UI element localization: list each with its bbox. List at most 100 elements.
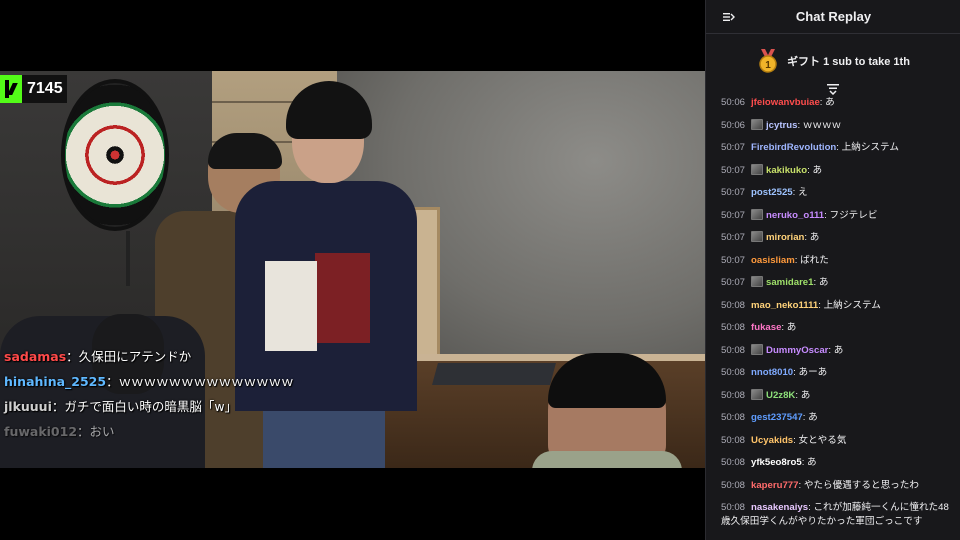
message-text: ｗｗｗｗ (802, 119, 842, 131)
message-text: あ (818, 277, 829, 288)
overlay-chat-line: fuwaki012：おい (4, 424, 115, 439)
message-text: あ (786, 322, 797, 333)
message-username[interactable]: kakikuko (766, 165, 807, 176)
message-text: あ (809, 232, 820, 243)
message-username[interactable]: Ucyakids (751, 435, 793, 446)
gift-text: ギフト 1 sub to take 1th (787, 56, 910, 68)
message-username[interactable]: nasakenaiys (751, 502, 808, 513)
message-username[interactable]: jfeiowanvbuiae (751, 97, 820, 108)
message-timestamp: 50:08 (721, 479, 746, 491)
chat-message: 50:07 neruko_o111: フジテレビ (721, 208, 955, 223)
message-text: あ (808, 412, 818, 423)
user-badge-icon (751, 276, 764, 287)
user-badge-icon (751, 118, 764, 130)
chat-message: 50:08 fukase: あ (721, 321, 955, 335)
overlay-chat-text: 久保田にアテンドか (78, 349, 192, 364)
message-timestamp: 50:07 (721, 209, 746, 221)
message-timestamp: 50:07 (721, 277, 746, 288)
message-timestamp: 50:08 (721, 344, 746, 356)
message-username[interactable]: fukase (751, 322, 781, 333)
message-timestamp: 50:08 (721, 389, 746, 401)
video-player[interactable]: 7145 sadamas：久保田にアテンドか hinahina_2525：ｗｗｗ… (0, 0, 705, 540)
message-username[interactable]: U2z8K (766, 390, 795, 401)
chat-message: 50:07 samidare1: あ (721, 276, 955, 290)
message-timestamp: 50:08 (721, 457, 746, 468)
chat-message: 50:08 kaperu777: やたら優遇すると思ったわ (721, 479, 955, 493)
chat-messages-list[interactable]: 50:06 jfeiowanvbuiae: あ 50:06 jcytrus: ｗｗｗｗ… (706, 96, 960, 540)
message-text: あ (812, 164, 823, 176)
viewer-count: 7145 (27, 80, 63, 97)
collapse-chat-icon[interactable] (723, 11, 735, 23)
overlay-chat-user: fuwaki012 (4, 424, 78, 439)
message-username[interactable]: yfk5eo8ro5 (751, 457, 802, 468)
chat-message: 50:07 post2525: え (721, 186, 955, 200)
dartboard (61, 79, 169, 231)
message-timestamp: 50:08 (721, 322, 746, 333)
message-username[interactable]: oasisliam (751, 255, 795, 266)
message-text: 上納システム (823, 299, 881, 311)
gift-banner: 1 ギフト 1 sub to take 1th (706, 35, 960, 87)
viewer-count-badge: 7145 (0, 75, 67, 103)
message-timestamp: 50:08 (721, 412, 746, 423)
chat-message: 50:08 U2z8K: あ (721, 388, 955, 403)
user-badge-icon (751, 208, 764, 220)
kick-logo-icon (0, 75, 22, 103)
chat-message: 50:07 oasisliam: ばれた (721, 254, 955, 268)
chat-message: 50:07 kakikuko: あ (721, 163, 955, 178)
overlay-chat-user: hinahina_2525 (4, 374, 107, 389)
overlay-chat-line: hinahina_2525：ｗｗｗｗｗｗｗｗｗｗｗｗｗｗ (4, 374, 294, 389)
overlay-chat-text: ガチで面白い時の暗黒脳「w」 (64, 399, 238, 414)
message-text: 上納システム (841, 142, 899, 153)
overlay-chat-user: jlkuuui (4, 399, 52, 414)
message-username[interactable]: DummyOscar (766, 345, 828, 356)
sweater-white-panel (265, 261, 317, 351)
svg-text:1: 1 (765, 60, 771, 71)
chat-message: 50:06 jcytrus: ｗｗｗｗ (721, 118, 955, 133)
message-text: え (797, 187, 808, 198)
chat-message: 50:08 Ucyakids: 女とやる気 (721, 434, 955, 448)
message-text: あ (833, 344, 844, 356)
user-badge-icon (751, 231, 764, 242)
chat-title: Chat Replay (795, 9, 872, 24)
message-username[interactable]: kaperu777 (751, 480, 798, 491)
user-badge-icon (751, 388, 764, 400)
chat-message: 50:08 nasakenaiys: これが加藤純一くんに憧れた48歳久保田学くん… (721, 501, 955, 529)
chat-replay-panel: Chat Replay 1 ギフト 1 sub to take 1th 50:0… (705, 0, 960, 540)
message-username[interactable]: jcytrus (766, 120, 797, 131)
message-timestamp: 50:07 (721, 164, 746, 176)
message-username[interactable]: neruko_o111 (766, 210, 824, 221)
message-username[interactable]: mirorian (766, 232, 804, 243)
message-text: あーあ (798, 367, 828, 378)
gift-badge-icon: 1 (759, 49, 777, 73)
overlay-chat-text: おい (89, 424, 115, 439)
overlay-chat-user: sadamas (4, 349, 67, 364)
message-timestamp: 50:07 (721, 232, 746, 243)
filter-icon[interactable] (827, 83, 839, 95)
message-text: ばれた (800, 254, 829, 266)
message-text: あ (825, 97, 835, 108)
overlay-chat-line: jlkuuui：ガチで面白い時の暗黒脳「w」 (4, 399, 238, 414)
message-timestamp: 50:08 (721, 502, 746, 513)
chat-message: 50:07 mirorian: あ (721, 231, 955, 245)
laptop (432, 363, 556, 385)
message-text: やたら優遇すると思ったわ (803, 479, 919, 491)
chat-message: 50:07 FirebirdRevolution: 上納システム (721, 141, 955, 155)
message-username[interactable]: mao_neko1111 (751, 300, 818, 311)
message-username[interactable]: nnot8010 (751, 367, 793, 378)
message-timestamp: 50:08 (721, 367, 746, 378)
dartboard-stand (126, 231, 130, 286)
message-username[interactable]: FirebirdRevolution (751, 142, 836, 153)
person-right-body (532, 451, 682, 468)
message-timestamp: 50:06 (721, 119, 746, 131)
chat-message: 50:08 yfk5eo8ro5: あ (721, 456, 955, 470)
chat-message: 50:08 DummyOscar: あ (721, 343, 955, 358)
user-badge-icon (751, 343, 764, 355)
message-username[interactable]: post2525 (751, 187, 793, 198)
message-timestamp: 50:07 (721, 142, 746, 153)
message-username[interactable]: samidare1 (766, 277, 813, 288)
overlay-chat-line: sadamas：久保田にアテンドか (4, 349, 192, 364)
message-username[interactable]: gest237547 (751, 412, 803, 423)
sweater-stripe (315, 253, 370, 343)
message-timestamp: 50:07 (721, 187, 746, 198)
message-text: 女とやる気 (798, 434, 847, 446)
